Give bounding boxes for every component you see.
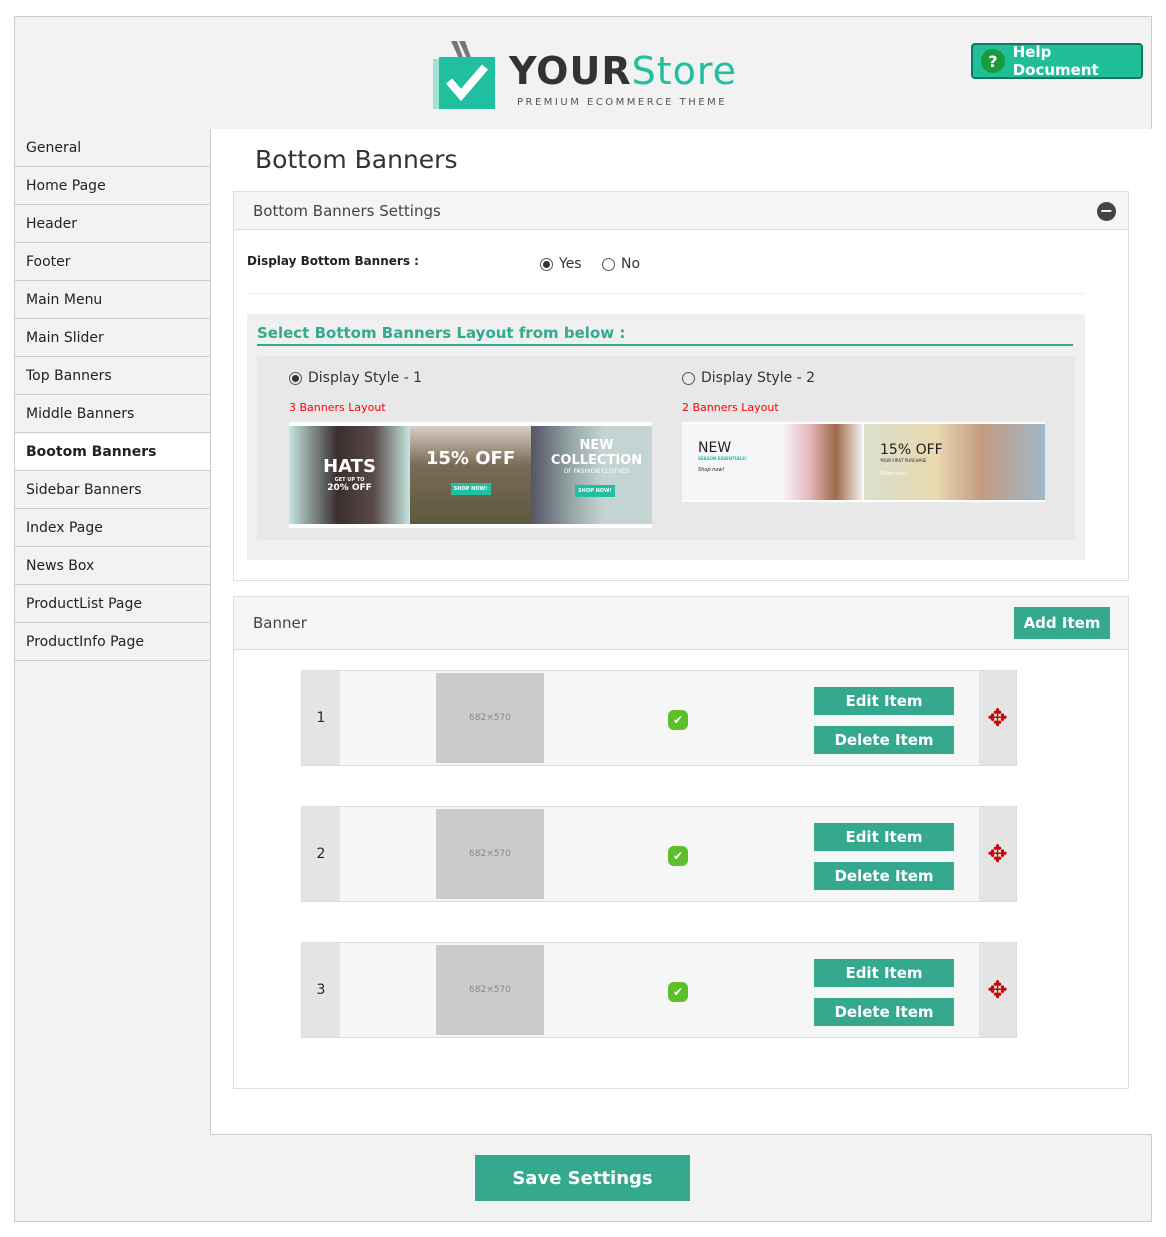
help-document-button[interactable]: ? Help Document [971,43,1143,79]
layout-selector: Select Bottom Banners Layout from below … [247,314,1085,560]
drag-move-icon[interactable]: ✥ [979,671,1016,765]
sidebar: General Home Page Header Footer Main Menu Mai… [15,129,211,661]
brand-accent: Store [631,49,738,93]
radio-yes[interactable]: Yes [540,256,582,272]
banner-row: 1 682×570 ✔ Edit Item Delete Item ✥ [301,670,1017,766]
delete-item-button[interactable]: Delete Item [814,726,954,754]
display-style-1-radio[interactable]: Display Style - 1 [289,370,422,386]
style-2-preview[interactable]: NEW SEASON ESSENTIALS! Shop now! 15% OFF YO… [682,422,1045,502]
page-title: Bottom Banners [255,145,458,174]
edit-item-button[interactable]: Edit Item [814,687,954,715]
sidebar-item-sidebar-banners[interactable]: Sidebar Banners [15,471,211,509]
banner-title: NEW [698,440,732,456]
sidebar-item-top-banners[interactable]: Top Banners [15,357,211,395]
drag-move-icon[interactable]: ✥ [979,943,1016,1037]
banner-sub: YOUR FIRST PURCHASE [880,458,927,463]
banner-hats: HATS GET UP TO 20% OFF [289,426,410,524]
sidebar-item-productlist-page[interactable]: ProductList Page [15,585,211,623]
tagline: PREMIUM ECOMMERCE THEME [517,97,728,108]
banner-shop-button: SHOP NOW! [450,483,491,495]
banner-row: 2 682×570 ✔ Edit Item Delete Item ✥ [301,806,1017,902]
settings-panel-header: Bottom Banners Settings − [234,192,1128,230]
edit-item-button[interactable]: Edit Item [814,959,954,987]
sidebar-item-productinfo-page[interactable]: ProductInfo Page [15,623,211,661]
banner-extra: Shop now! [880,471,907,477]
help-label: Help Document [1012,43,1099,79]
status-check-icon: ✔ [668,982,688,1002]
settings-panel: Bottom Banners Settings − Display Bottom … [233,191,1129,581]
question-icon: ? [981,49,1005,73]
banner-thumbnail: 682×570 [436,945,544,1035]
sidebar-item-footer[interactable]: Footer [15,243,211,281]
edit-item-button[interactable]: Edit Item [814,823,954,851]
display-style-2-radio[interactable]: Display Style - 2 [682,370,815,386]
delete-item-button[interactable]: Delete Item [814,862,954,890]
banner-extra: Shop now! [698,467,725,473]
sidebar-item-header[interactable]: Header [15,205,211,243]
style-2-label: Display Style - 2 [701,370,816,386]
row-number: 3 [302,943,340,1037]
sidebar-item-home-page[interactable]: Home Page [15,167,211,205]
radio-no[interactable]: No [602,256,640,272]
layout-options: Display Style - 1 3 Banners Layout HATS G… [257,356,1075,540]
delete-item-button[interactable]: Delete Item [814,998,954,1026]
banner-row: 3 682×570 ✔ Edit Item Delete Item ✥ [301,942,1017,1038]
status-check-icon: ✔ [668,710,688,730]
banner-sub: SEASON ESSENTIALS! [698,456,747,461]
banner-panel-title: Banner [253,614,307,632]
sidebar-item-general[interactable]: General [15,129,211,167]
radio-icon[interactable] [289,371,302,385]
banner-title: 15% OFF [880,442,943,458]
logo-bag-icon [433,41,495,109]
banner-15-off: 15% OFF SHOP NOW! [410,426,531,524]
row-number: 2 [302,807,340,901]
radio-no-label: No [621,256,641,272]
banner-15-off-2: 15% OFF YOUR FIRST PURCHASE Shop now! [864,424,1045,500]
banner-thumbnail: 682×570 [436,809,544,899]
brand-main: YOUR [509,49,632,93]
banner-new: NEW SEASON ESSENTIALS! Shop now! [682,424,863,500]
banner-thumbnail: 682×570 [436,673,544,763]
style-2-caption: 2 Banners Layout [682,401,779,414]
radio-yes-icon[interactable] [540,257,553,271]
banner-title: HATS [323,456,376,477]
status-check-icon: ✔ [668,846,688,866]
banner-new-collection: NEW COLLECTION OF FASHION CLOTHES SHOP NOW… [531,426,652,524]
radio-no-icon[interactable] [602,257,615,271]
banner-panel: Banner Add Item 1 682×570 ✔ Edit Item De… [233,596,1129,1089]
settings-page: YOURStore PREMIUM ECOMMERCE THEME ? Help … [14,16,1152,1222]
display-label: Display Bottom Banners : [247,254,419,268]
radio-yes-label: Yes [559,256,582,272]
radio-icon[interactable] [682,371,695,385]
banner-title: 15% OFF [425,448,516,469]
sidebar-item-index-page[interactable]: Index Page [15,509,211,547]
style-1-caption: 3 Banners Layout [289,401,386,414]
banner-panel-header: Banner Add Item [234,597,1128,650]
sidebar-item-news-box[interactable]: News Box [15,547,211,585]
banner-sub: OF FASHION CLOTHES [563,468,630,475]
save-settings-button[interactable]: Save Settings [475,1155,690,1201]
banner-title: NEW COLLECTION [550,438,643,468]
collapse-icon[interactable]: − [1097,202,1116,221]
add-item-button[interactable]: Add Item [1014,607,1110,639]
layout-heading: Select Bottom Banners Layout from below … [257,324,1073,346]
sidebar-item-middle-banners[interactable]: Middle Banners [15,395,211,433]
sidebar-item-main-slider[interactable]: Main Slider [15,319,211,357]
sidebar-item-bootom-banners[interactable]: Bootom Banners [15,433,211,471]
divider [247,293,1085,294]
main-content: Bottom Banners Bottom Banners Settings − … [210,129,1152,1135]
drag-move-icon[interactable]: ✥ [979,807,1016,901]
style-1-label: Display Style - 1 [308,370,423,386]
brand-logo: YOURStore [509,49,737,93]
row-number: 1 [302,671,340,765]
banner-extra: 20% OFF [327,483,372,493]
style-1-preview[interactable]: HATS GET UP TO 20% OFF 15% OFF SHOP NOW! NE… [289,422,652,528]
sidebar-item-main-menu[interactable]: Main Menu [15,281,211,319]
settings-panel-title: Bottom Banners Settings [253,201,441,220]
banner-shop-button: SHOP NOW! [575,485,615,497]
